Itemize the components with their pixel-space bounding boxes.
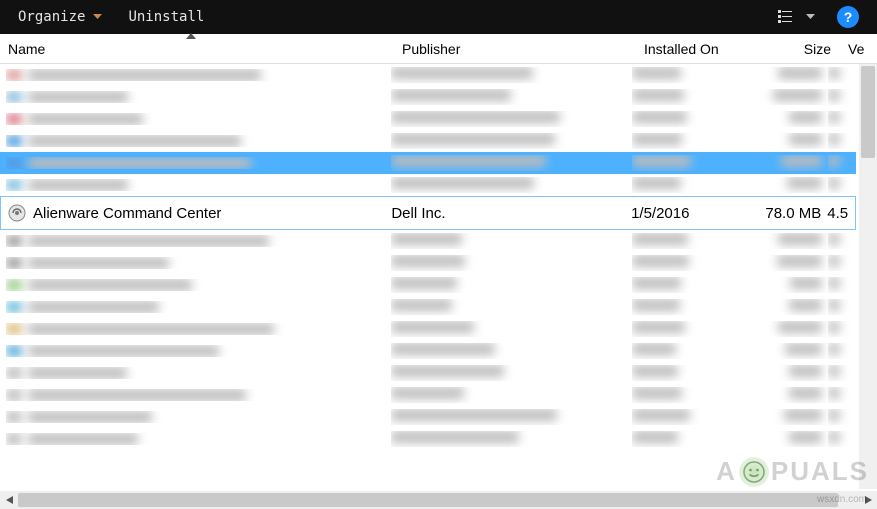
app-icon bbox=[6, 433, 22, 445]
table-row[interactable] bbox=[0, 64, 856, 86]
app-icon bbox=[6, 345, 22, 357]
table-row[interactable] bbox=[0, 384, 856, 406]
cell-text: 4.5 bbox=[827, 205, 848, 222]
header-installed-on[interactable]: Installed On bbox=[636, 34, 740, 63]
table-row[interactable] bbox=[0, 318, 856, 340]
cell-text: Alienware Command Center bbox=[33, 205, 221, 222]
app-icon bbox=[6, 323, 22, 335]
header-size[interactable]: Size bbox=[740, 34, 840, 63]
horizontal-scrollbar[interactable] bbox=[0, 491, 877, 509]
organize-label: Organize bbox=[18, 9, 85, 25]
app-icon bbox=[6, 279, 22, 291]
view-chevron-down-icon[interactable] bbox=[806, 14, 815, 20]
app-icon bbox=[6, 411, 22, 423]
view-options-icon[interactable] bbox=[776, 8, 796, 26]
table-row[interactable] bbox=[0, 274, 856, 296]
uninstall-button[interactable]: Uninstall bbox=[128, 9, 204, 25]
app-icon bbox=[6, 157, 22, 169]
scroll-right-arrow-icon[interactable] bbox=[859, 491, 877, 509]
app-icon bbox=[6, 91, 22, 103]
table-row[interactable] bbox=[0, 86, 856, 108]
organize-menu[interactable]: Organize bbox=[18, 9, 102, 25]
cell-text: Dell Inc. bbox=[391, 205, 445, 222]
table-row[interactable] bbox=[0, 340, 856, 362]
table-row[interactable] bbox=[0, 130, 856, 152]
sort-ascending-icon bbox=[186, 33, 196, 39]
table-row[interactable] bbox=[0, 296, 856, 318]
cell-text: 1/5/2016 bbox=[631, 205, 689, 222]
app-icon bbox=[6, 69, 22, 81]
table-row[interactable] bbox=[0, 362, 856, 384]
table-row[interactable] bbox=[0, 174, 856, 196]
column-headers: Name Publisher Installed On Size Ve bbox=[0, 34, 877, 64]
horizontal-scrollbar-track[interactable] bbox=[18, 491, 859, 509]
app-icon bbox=[6, 301, 22, 313]
table-row[interactable] bbox=[0, 252, 856, 274]
app-icon bbox=[6, 113, 22, 125]
app-icon bbox=[6, 179, 22, 191]
help-icon: ? bbox=[844, 9, 853, 25]
header-name[interactable]: Name bbox=[0, 34, 394, 63]
table-row[interactable] bbox=[0, 428, 856, 450]
app-icon bbox=[6, 135, 22, 147]
scroll-left-arrow-icon[interactable] bbox=[0, 491, 18, 509]
vertical-scrollbar-thumb[interactable] bbox=[861, 66, 875, 158]
table-row[interactable] bbox=[0, 230, 856, 252]
table-row-focused[interactable]: Alienware Command Center Dell Inc. 1/5/201… bbox=[0, 196, 856, 230]
app-icon bbox=[6, 235, 22, 247]
chevron-down-icon bbox=[93, 14, 102, 20]
app-icon bbox=[6, 257, 22, 269]
header-version[interactable]: Ve bbox=[840, 34, 877, 63]
program-list: Alienware Command Center Dell Inc. 1/5/201… bbox=[0, 64, 877, 489]
app-icon bbox=[7, 203, 27, 223]
toolbar: Organize Uninstall ? bbox=[0, 0, 877, 34]
app-icon bbox=[6, 389, 22, 401]
table-row[interactable] bbox=[0, 406, 856, 428]
help-button[interactable]: ? bbox=[837, 6, 859, 28]
app-icon bbox=[6, 367, 22, 379]
header-publisher[interactable]: Publisher bbox=[394, 34, 636, 63]
vertical-scrollbar[interactable] bbox=[859, 64, 877, 489]
table-row[interactable] bbox=[0, 152, 856, 174]
horizontal-scrollbar-thumb[interactable] bbox=[18, 493, 838, 507]
table-row[interactable] bbox=[0, 108, 856, 130]
cell-text: 78.0 MB bbox=[765, 205, 821, 222]
